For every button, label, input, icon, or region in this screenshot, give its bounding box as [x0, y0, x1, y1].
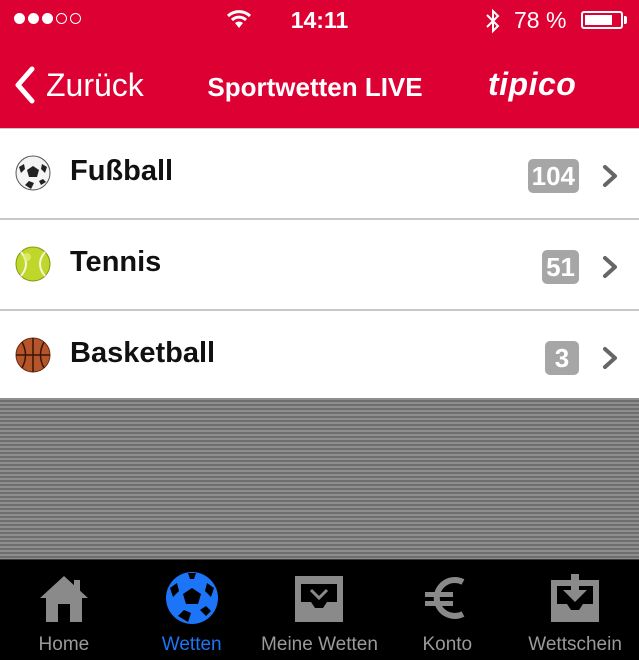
- sport-row-basketball[interactable]: Basketball 3: [0, 311, 639, 402]
- chevron-right-icon: [603, 256, 617, 278]
- tab-bar: Home Wetten Meine Wetten Konto Wettschei…: [0, 559, 639, 660]
- tennis-ball-icon: [15, 246, 51, 282]
- tab-home[interactable]: Home: [0, 560, 128, 660]
- bluetooth-icon: [486, 8, 500, 34]
- chevron-right-icon: [603, 165, 617, 187]
- soccer-ball-icon: [15, 155, 51, 191]
- tab-meine-wetten[interactable]: Meine Wetten: [256, 560, 384, 660]
- tab-konto[interactable]: Konto: [383, 560, 511, 660]
- download-tray-icon: [551, 574, 600, 622]
- status-bar: 14:11 78 %: [0, 0, 639, 40]
- sport-label: Fußball: [70, 155, 174, 187]
- sport-row-tennis[interactable]: Tennis 51: [0, 220, 639, 311]
- euro-icon: [425, 577, 465, 619]
- battery-icon: [581, 11, 623, 29]
- battery-percent: 78 %: [514, 7, 567, 33]
- tab-label: Wettschein: [528, 634, 622, 655]
- tab-label: Meine Wetten: [261, 634, 378, 655]
- tab-label: Wetten: [161, 634, 222, 655]
- app-header: 14:11 78 % Zurück Sportwetten LIVE tipic…: [0, 0, 639, 128]
- count-badge: 51: [542, 250, 579, 284]
- tipico-logo: tipico: [488, 66, 577, 102]
- soccer-ball-icon: [165, 572, 218, 624]
- count-badge: 3: [545, 341, 579, 375]
- tab-wettschein[interactable]: Wettschein: [511, 560, 639, 660]
- sport-label: Tennis: [70, 246, 162, 278]
- chevron-right-icon: [603, 347, 617, 369]
- sports-list: Fußball 104 Tennis 51 Basketball 3: [0, 128, 639, 402]
- empty-background: [0, 398, 639, 559]
- sport-row-fussball[interactable]: Fußball 104: [0, 128, 639, 220]
- tab-label: Konto: [422, 634, 473, 655]
- basketball-icon: [15, 337, 51, 373]
- tab-label: Home: [38, 634, 90, 655]
- count-badge: 104: [527, 159, 579, 193]
- inbox-tray-icon: [295, 576, 344, 622]
- sport-label: Basketball: [70, 337, 216, 369]
- home-icon: [39, 576, 88, 622]
- tab-wetten[interactable]: Wetten: [128, 560, 256, 660]
